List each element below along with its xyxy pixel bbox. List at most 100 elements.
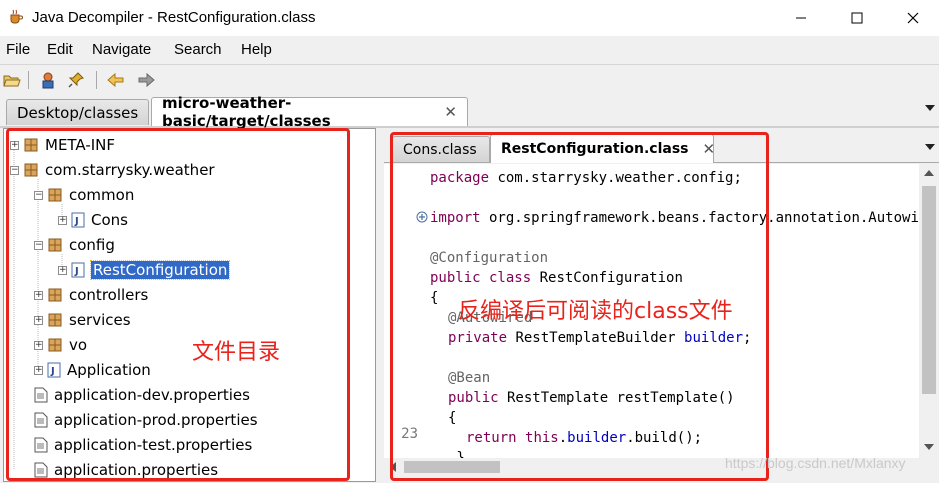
tree-item-application-prod-properties[interactable]: application-prod.properties <box>34 409 258 431</box>
svg-text:J: J <box>74 216 79 227</box>
tree-item-label: application-dev.properties <box>54 386 250 404</box>
close-button[interactable] <box>890 0 936 36</box>
package-icon <box>48 238 62 252</box>
coffee-cup-icon <box>10 9 23 24</box>
svg-text:J: J <box>74 266 79 277</box>
tree-item-services[interactable]: + services <box>34 309 131 331</box>
tree-item-config[interactable]: − config <box>34 234 115 256</box>
split-pane-divider[interactable] <box>376 128 384 482</box>
editor-tab-bar: Cons.class RestConfiguration.class ✕ <box>384 128 939 163</box>
expand-icon[interactable]: + <box>34 365 43 375</box>
back-button[interactable] <box>106 70 126 90</box>
back-icon <box>107 72 124 88</box>
tree-item-label: Application <box>67 361 151 379</box>
tree-item-vo[interactable]: + vo <box>34 334 87 356</box>
toolbar <box>0 64 939 95</box>
horizontal-scroll-thumb[interactable] <box>404 461 500 473</box>
minimize-icon <box>796 17 806 19</box>
scroll-up-icon[interactable] <box>924 170 934 176</box>
tree-item-cons[interactable]: + J Cons <box>58 209 128 231</box>
properties-file-icon <box>34 437 48 453</box>
maximize-icon <box>851 12 863 24</box>
collapse-icon[interactable]: − <box>34 190 43 200</box>
tree-item-com-starrysky-weather[interactable]: − com.starrysky.weather <box>10 159 215 181</box>
tree-item-label: services <box>69 311 131 329</box>
tree-item-controllers[interactable]: + controllers <box>34 284 148 306</box>
expand-icon[interactable]: + <box>58 265 67 275</box>
menu-help[interactable]: Help <box>241 41 272 58</box>
tree-item-application-dev-properties[interactable]: application-dev.properties <box>34 384 250 406</box>
tab-close-icon[interactable]: ✕ <box>702 140 715 158</box>
forward-button[interactable] <box>136 70 156 90</box>
watermark: https://blog.csdn.net/Mxlanxy <box>725 455 906 471</box>
tab-list-dropdown-icon[interactable] <box>925 144 935 150</box>
open-type-button[interactable] <box>38 70 58 90</box>
code-line-package: package com.starrysky.weather.config; <box>430 170 742 186</box>
toolbar-separator <box>28 71 29 89</box>
code-line-method: public RestTemplate restTemplate() <box>448 390 735 406</box>
package-icon <box>48 188 62 202</box>
tab-close-icon[interactable]: ✕ <box>444 103 457 121</box>
tab-desktop-classes[interactable]: Desktop/classes <box>6 99 149 125</box>
tree-item-label: application-prod.properties <box>54 411 258 429</box>
tree-item-label: vo <box>69 336 88 354</box>
svg-text:J: J <box>50 366 55 377</box>
outer-tab-bar: Desktop/classes micro-weather-basic/targ… <box>0 94 939 130</box>
tree-item-application-properties[interactable]: application.properties <box>34 459 218 481</box>
properties-file-icon <box>34 387 48 403</box>
expand-icon[interactable]: + <box>34 315 43 325</box>
tree-item-label: common <box>69 186 135 204</box>
code-line-open-brace: { <box>430 290 439 306</box>
tab-label: RestConfiguration.class <box>501 141 689 157</box>
vertical-scroll-thumb[interactable] <box>922 186 936 394</box>
tab-micro-weather-classes[interactable]: micro-weather-basic/target/classes ✕ <box>151 94 468 130</box>
maximize-button[interactable] <box>834 0 880 36</box>
scroll-down-icon[interactable] <box>924 444 934 450</box>
expand-icon[interactable]: + <box>10 140 19 150</box>
menu-edit[interactable]: Edit <box>47 41 73 58</box>
code-line-return: return this.builder.build(); <box>466 430 703 446</box>
fold-expand-icon[interactable] <box>416 211 428 223</box>
line-gutter: 23 <box>384 164 428 458</box>
code-line-field: private RestTemplateBuilder builder; <box>448 330 752 346</box>
menu-search[interactable]: Search <box>174 41 222 58</box>
tab-label: micro-weather-basic/target/classes <box>162 94 331 130</box>
tab-cons-class[interactable]: Cons.class <box>392 136 490 162</box>
tree-item-label: config <box>69 236 115 254</box>
tab-list-dropdown-icon[interactable] <box>925 105 935 111</box>
title-bar: Java Decompiler - RestConfiguration.clas… <box>0 0 939 36</box>
expand-icon[interactable]: + <box>34 340 43 350</box>
package-icon <box>24 138 38 152</box>
tree-item-application-test-properties[interactable]: application-test.properties <box>34 434 252 456</box>
package-icon <box>48 288 62 302</box>
tree-item-label: com.starrysky.weather <box>45 161 215 179</box>
vertical-scrollbar[interactable] <box>919 164 939 458</box>
tree-item-rest-configuration[interactable]: + J RestConfiguration <box>58 259 231 281</box>
code-line-annotation-configuration: @Configuration <box>430 250 549 266</box>
collapse-icon[interactable]: − <box>10 165 19 175</box>
open-file-button[interactable] <box>2 70 22 90</box>
menu-navigate[interactable]: Navigate <box>92 41 151 58</box>
collapse-icon[interactable]: − <box>34 240 43 250</box>
tree-item-meta-inf[interactable]: + META-INF <box>10 134 115 156</box>
package-icon <box>48 313 62 327</box>
code-line-close-brace: } <box>448 450 465 458</box>
tab-label: Desktop/classes <box>17 103 139 122</box>
code-line-import: import org.springframework.beans.factory… <box>430 210 919 226</box>
minimize-button[interactable] <box>778 0 824 36</box>
tree-item-common[interactable]: − common <box>34 184 134 206</box>
editor-annotation-label: 反编译后可阅读的class文件 <box>458 299 733 324</box>
menu-file[interactable]: File <box>6 41 30 58</box>
menu-bar: File Edit Navigate Search Help <box>0 38 939 64</box>
expand-icon[interactable]: + <box>34 290 43 300</box>
pin-button[interactable] <box>66 70 86 90</box>
expand-icon[interactable]: + <box>58 215 67 225</box>
code-line-class-declaration: public class RestConfiguration <box>430 270 683 286</box>
close-icon <box>907 12 919 24</box>
properties-file-icon <box>34 412 48 428</box>
tree-item-label: Cons <box>91 211 128 229</box>
code-line-annotation-bean: @Bean <box>448 370 491 386</box>
tab-rest-configuration-class[interactable]: RestConfiguration.class ✕ <box>490 134 715 163</box>
tree-item-application[interactable]: + J Application <box>34 359 151 381</box>
scroll-left-icon[interactable] <box>390 462 396 472</box>
